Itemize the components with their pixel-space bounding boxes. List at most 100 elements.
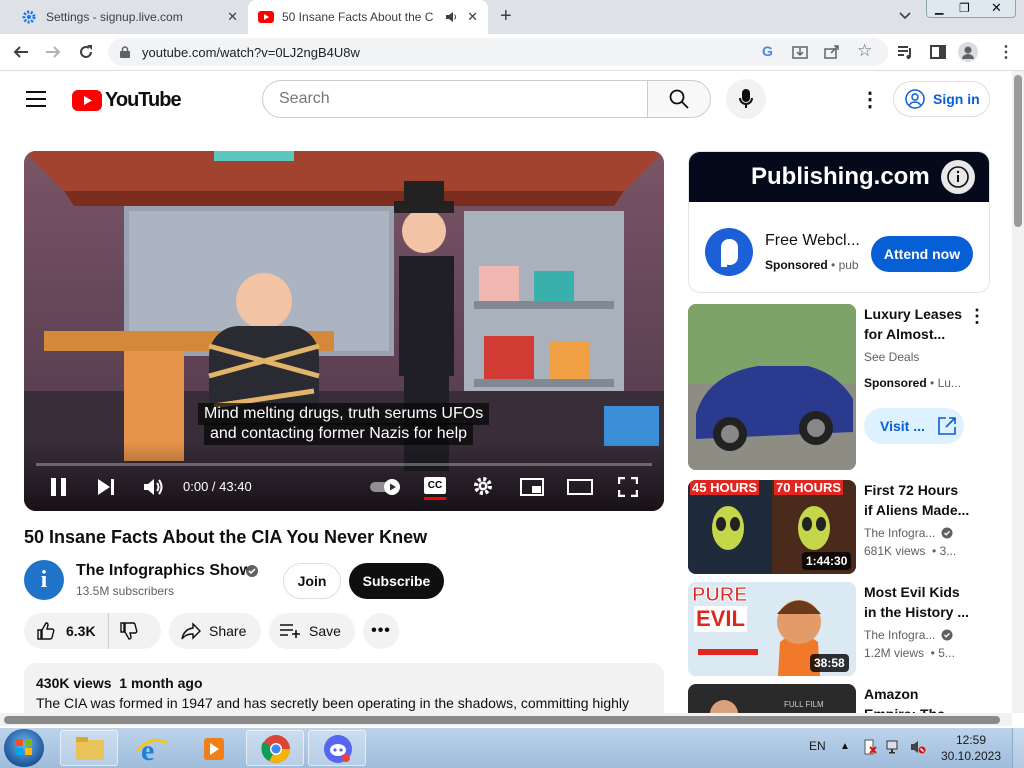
forward-icon[interactable] bbox=[44, 43, 62, 61]
taskbar-ie[interactable]: e bbox=[122, 730, 180, 767]
media-control-icon[interactable] bbox=[897, 44, 913, 60]
vertical-scrollbar[interactable] bbox=[1012, 71, 1024, 713]
sidebar-item-video[interactable]: 45 HOURS 70 HOURS 1:44:30 First 72 Hours… bbox=[688, 480, 990, 574]
url-text: youtube.com/watch?v=0LJ2ngB4U8w bbox=[142, 45, 360, 60]
install-icon[interactable] bbox=[792, 44, 808, 60]
youtube-logo[interactable]: YouTube bbox=[72, 89, 182, 112]
video-player[interactable]: Mind melting drugs, truth serums UFOs an… bbox=[24, 151, 664, 511]
close-tab-icon[interactable]: ✕ bbox=[227, 9, 238, 25]
subscribe-button[interactable]: Subscribe bbox=[349, 563, 444, 599]
side-panel-icon[interactable] bbox=[930, 44, 946, 60]
volume-muted-icon[interactable] bbox=[910, 739, 926, 755]
address-bar[interactable]: youtube.com/watch?v=0LJ2ngB4U8w G ☆ bbox=[108, 38, 888, 66]
clock[interactable]: 12:59 30.10.2023 bbox=[940, 732, 1002, 764]
start-button[interactable] bbox=[4, 729, 44, 767]
taskbar-discord[interactable] bbox=[308, 730, 366, 766]
video-title: 50 Insane Facts About the CIA You Never … bbox=[24, 527, 428, 547]
thumbs-down-icon[interactable] bbox=[119, 621, 139, 641]
more-vert-icon[interactable]: ⋮ bbox=[968, 306, 986, 327]
minimize-icon[interactable]: ▁ bbox=[935, 2, 943, 15]
save-button[interactable]: Save bbox=[269, 613, 355, 649]
sidebar-meta: Sponsored • Lu... bbox=[864, 376, 961, 390]
visit-label: Visit ... bbox=[880, 418, 925, 434]
share-button[interactable]: Share bbox=[169, 613, 261, 649]
description-box[interactable]: 430K views 1 month ago The CIA was forme… bbox=[24, 663, 664, 713]
new-tab-icon[interactable]: + bbox=[500, 5, 512, 28]
search-button[interactable] bbox=[647, 80, 711, 118]
thumbs-up-icon bbox=[36, 621, 56, 641]
volume-icon[interactable] bbox=[142, 476, 164, 498]
scrollbar-thumb[interactable] bbox=[4, 716, 1000, 724]
theater-mode-icon[interactable] bbox=[567, 479, 593, 495]
visit-button[interactable]: Visit ... bbox=[864, 408, 964, 444]
reload-icon[interactable] bbox=[77, 43, 95, 61]
language-indicator[interactable]: EN bbox=[809, 739, 826, 753]
channel-avatar[interactable]: i bbox=[24, 560, 64, 600]
back-icon[interactable] bbox=[12, 43, 30, 61]
cc-active-indicator bbox=[424, 497, 446, 500]
close-tab-icon[interactable]: ✕ bbox=[467, 9, 478, 25]
subscribe-label: Subscribe bbox=[362, 573, 431, 589]
cc-button[interactable]: CC bbox=[424, 477, 446, 494]
speaker-icon[interactable] bbox=[444, 10, 458, 24]
clock-time: 12:59 bbox=[955, 733, 987, 747]
share-icon[interactable] bbox=[824, 44, 840, 60]
network-icon[interactable] bbox=[886, 739, 902, 755]
caption-line: Mind melting drugs, truth serums UFOs bbox=[204, 405, 484, 422]
title-line: Luxury Leases bbox=[864, 306, 963, 322]
like-button[interactable]: 6.3K bbox=[24, 613, 109, 649]
description-text: The CIA was formed in 1947 and has secre… bbox=[36, 695, 629, 711]
tab-search-icon[interactable] bbox=[898, 8, 912, 22]
svg-text:e: e bbox=[141, 734, 154, 767]
more-actions-button[interactable]: ••• bbox=[363, 613, 399, 649]
close-window-icon[interactable]: ✕ bbox=[991, 0, 1002, 16]
scrollbar-thumb[interactable] bbox=[1014, 75, 1022, 227]
channel-name[interactable]: The Infographics Show bbox=[76, 562, 252, 580]
tab-settings[interactable]: Settings - signup.live.com ✕ bbox=[8, 0, 248, 34]
taskbar-chrome[interactable] bbox=[246, 730, 304, 766]
ad-brand: Publishing.com bbox=[751, 163, 930, 190]
profile-icon[interactable] bbox=[958, 42, 978, 62]
show-desktop-button[interactable] bbox=[1012, 728, 1024, 768]
sidebar-item-video[interactable]: FULL FILM Amazon Empire: The ... bbox=[688, 684, 990, 713]
next-icon[interactable] bbox=[96, 477, 116, 497]
show-hidden-icons[interactable]: ▲ bbox=[840, 741, 850, 752]
lock-icon[interactable] bbox=[120, 46, 130, 58]
join-button[interactable]: Join bbox=[283, 563, 341, 599]
thumbnail-text: FULL FILM bbox=[784, 700, 824, 709]
channel-label: The Infogra... bbox=[864, 526, 936, 540]
tab-youtube[interactable]: 50 Insane Facts About the CI ✕ bbox=[248, 0, 488, 34]
pause-icon[interactable] bbox=[50, 477, 68, 497]
title-line: First 72 Hours bbox=[864, 482, 959, 498]
sidebar-item-video[interactable]: PURE EVIL 38:58 Most Evil Kids in the Hi… bbox=[688, 582, 990, 676]
youtube-logo-icon bbox=[72, 90, 102, 111]
sign-in-button[interactable]: Sign in bbox=[893, 81, 990, 117]
autoplay-toggle[interactable] bbox=[368, 478, 404, 496]
hamburger-menu-icon[interactable] bbox=[26, 91, 46, 107]
windows-logo-icon bbox=[16, 739, 32, 755]
window-controls: ▁ ❐ ✕ bbox=[926, 0, 1016, 18]
google-icon[interactable]: G bbox=[762, 43, 773, 59]
settings-menu-icon[interactable]: ⋮ bbox=[860, 87, 880, 112]
search-input[interactable]: Search bbox=[262, 80, 648, 118]
attend-now-button[interactable]: Attend now bbox=[871, 236, 973, 272]
action-center-icon[interactable] bbox=[862, 739, 878, 755]
sidebar-title: Amazon Empire: The ... bbox=[864, 684, 960, 713]
restore-icon[interactable]: ❐ bbox=[959, 1, 970, 15]
fullscreen-icon[interactable] bbox=[618, 477, 638, 497]
clock-date: 30.10.2023 bbox=[940, 749, 1002, 763]
bookmark-star-icon[interactable]: ☆ bbox=[857, 41, 872, 61]
ad-card[interactable]: Publishing.com Free Webcl... Sponsored •… bbox=[688, 151, 990, 293]
info-icon[interactable] bbox=[941, 160, 975, 194]
browser-menu-icon[interactable]: ⋮ bbox=[998, 42, 1014, 62]
miniplayer-icon[interactable] bbox=[520, 478, 544, 496]
taskbar-explorer[interactable] bbox=[60, 730, 118, 766]
browser-toolbar: youtube.com/watch?v=0LJ2ngB4U8w G ☆ ⋮ bbox=[0, 34, 1024, 71]
progress-bar[interactable] bbox=[36, 463, 652, 466]
sidebar-item-ad[interactable]: Luxury Leases for Almost... ⋮ See Deals … bbox=[688, 304, 990, 470]
settings-gear-icon[interactable] bbox=[472, 475, 494, 497]
taskbar-media-player[interactable] bbox=[184, 730, 242, 766]
microphone-icon bbox=[739, 89, 753, 109]
voice-search-button[interactable] bbox=[726, 79, 766, 119]
horizontal-scrollbar[interactable] bbox=[0, 713, 1012, 726]
